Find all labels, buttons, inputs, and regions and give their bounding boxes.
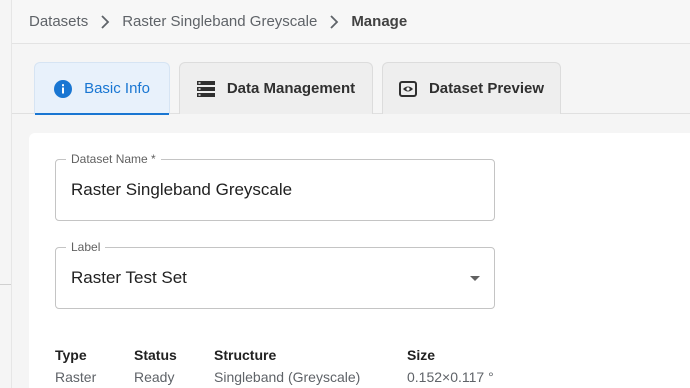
tab-basic-info[interactable]: Basic Info <box>34 62 170 115</box>
breadcrumb-current: Manage <box>351 13 408 30</box>
eye-icon <box>398 80 417 98</box>
dataset-name-value[interactable]: Raster Singleband Greyscale <box>71 180 292 200</box>
meta-type-value: Raster <box>55 369 97 385</box>
meta-status-header: Status <box>134 347 177 363</box>
tab-bar: Basic Info Data Management Dataset Previ… <box>12 44 690 115</box>
basic-info-panel: Dataset Name * Raster Singleband Greysca… <box>29 133 690 388</box>
label-value[interactable]: Raster Test Set <box>71 268 187 288</box>
tab-label: Basic Info <box>84 80 150 97</box>
chevron-right-icon <box>329 14 339 29</box>
dropdown-arrow-icon[interactable] <box>470 276 480 281</box>
breadcrumb-item-dataset[interactable]: Raster Singleband Greyscale <box>122 13 317 30</box>
meta-structure-header: Structure <box>214 347 277 363</box>
meta-status: Status Ready <box>134 346 177 386</box>
tab-label: Data Management <box>226 80 356 97</box>
breadcrumb-item-datasets[interactable]: Datasets <box>29 13 88 30</box>
list-icon <box>196 80 215 98</box>
chevron-right-icon <box>100 14 110 29</box>
label-select[interactable]: Label Raster Test Set <box>55 240 495 309</box>
meta-status-value: Ready <box>134 369 175 385</box>
tab-dataset-preview[interactable]: Dataset Preview <box>382 62 561 114</box>
meta-size: Size 0.152×0.117 ° <box>407 346 494 386</box>
meta-structure-value: Singleband (Greyscale) <box>214 369 361 385</box>
left-rail <box>0 0 12 388</box>
tab-data-management[interactable]: Data Management <box>179 62 373 114</box>
dataset-name-legend: Dataset Name * <box>66 152 161 166</box>
tab-label: Dataset Preview <box>428 80 545 97</box>
meta-size-header: Size <box>407 347 436 363</box>
meta-type: Type Raster <box>55 346 96 386</box>
info-icon <box>54 79 73 98</box>
label-legend: Label <box>66 240 106 254</box>
meta-structure: Structure Singleband (Greyscale) <box>214 346 360 386</box>
dataset-name-field[interactable]: Dataset Name * Raster Singleband Greysca… <box>55 152 495 221</box>
rail-divider <box>0 284 11 285</box>
meta-type-header: Type <box>55 347 87 363</box>
breadcrumb: Datasets Raster Singleband Greyscale Man… <box>12 0 690 44</box>
meta-size-value: 0.152×0.117 ° <box>407 369 494 385</box>
